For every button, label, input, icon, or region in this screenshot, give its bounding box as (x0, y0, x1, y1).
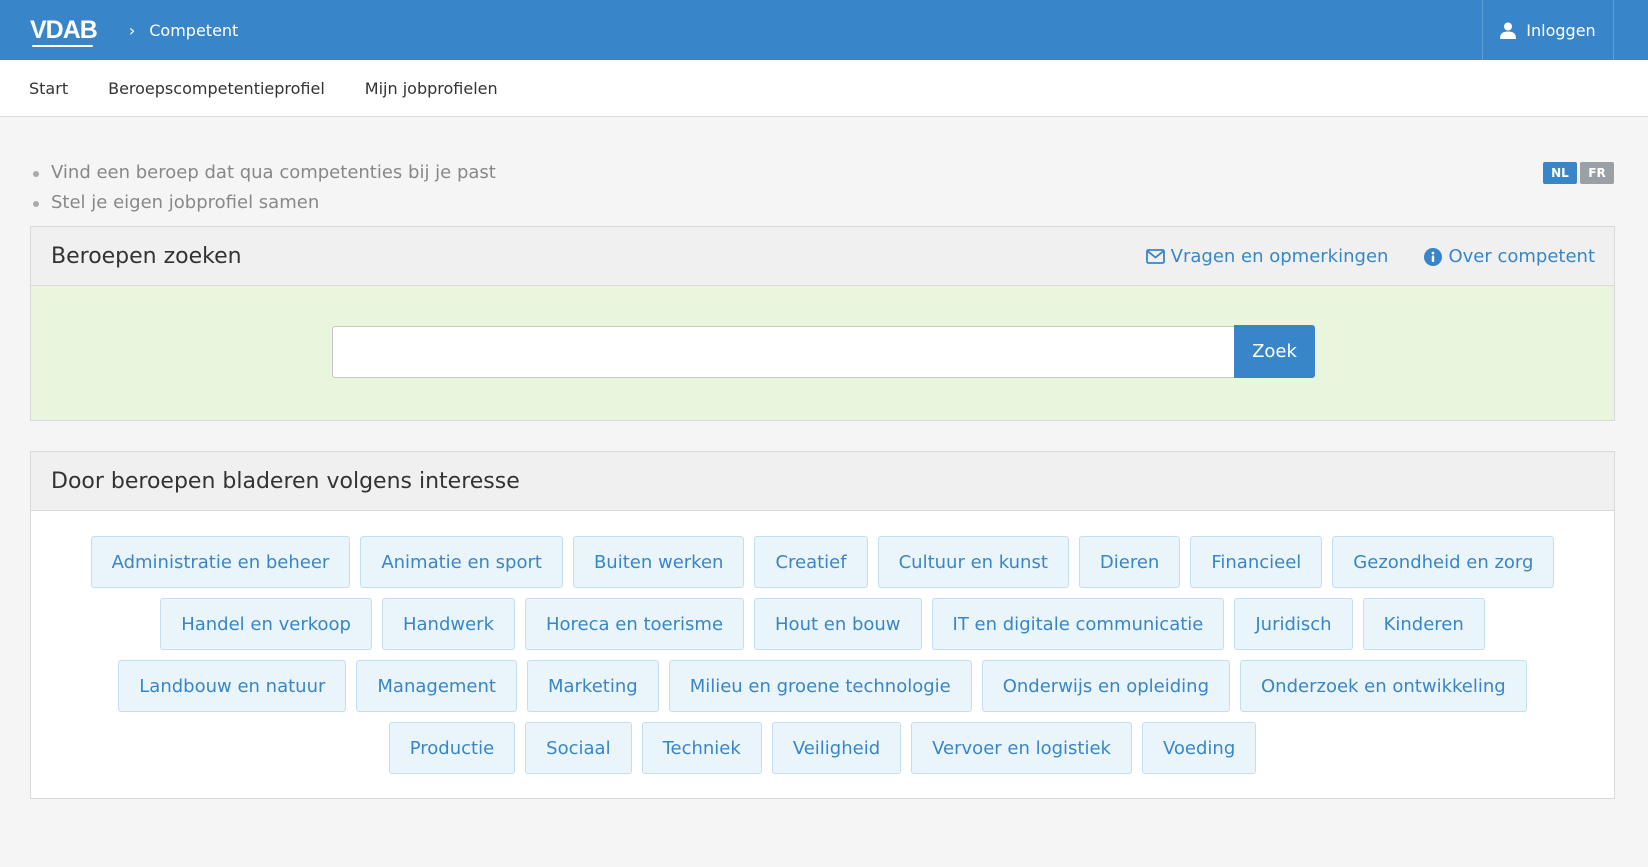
intro-item: Stel je eigen jobprofiel samen (30, 188, 496, 218)
interest-tags: Administratie en beheer Animatie en sport… (31, 511, 1614, 798)
about-link-label: Over competent (1448, 246, 1595, 267)
interest-tag[interactable]: Kinderen (1362, 598, 1485, 650)
feedback-link-label: Vragen en opmerkingen (1170, 246, 1389, 267)
interest-tag[interactable]: Buiten werken (572, 536, 745, 588)
search-button[interactable]: Zoek (1234, 325, 1315, 378)
interest-tag[interactable]: Cultuur en kunst (877, 536, 1069, 588)
interest-tag[interactable]: Veiligheid (771, 722, 902, 774)
interest-tag[interactable]: Handel en verkoop (160, 598, 372, 650)
interest-tag[interactable]: Landbouw en natuur (118, 660, 347, 712)
interest-tag[interactable]: Hout en bouw (754, 598, 922, 650)
logo-underline (32, 44, 93, 47)
user-icon (1500, 22, 1517, 39)
interest-tag[interactable]: IT en digitale communicatie (931, 598, 1225, 650)
nav-mijn-jobprofielen[interactable]: Mijn jobprofielen (365, 79, 498, 98)
search-area: Zoek (31, 286, 1614, 420)
login-button[interactable]: Inloggen (1482, 0, 1614, 60)
interest-tag[interactable]: Dieren (1078, 536, 1181, 588)
nav-start[interactable]: Start (29, 79, 68, 98)
breadcrumb-competent[interactable]: Competent (149, 21, 238, 40)
browse-panel-header: Door beroepen bladeren volgens interesse (31, 452, 1614, 511)
interest-tag[interactable]: Financieel (1190, 536, 1323, 588)
search-panel: Beroepen zoeken Vragen en opmerkingen Ov… (30, 226, 1615, 421)
interest-tag[interactable]: Management (356, 660, 517, 712)
interest-tag[interactable]: Vervoer en logistiek (911, 722, 1132, 774)
interest-tag[interactable]: Marketing (526, 660, 659, 712)
interest-tag[interactable]: Onderwijs en opleiding (981, 660, 1231, 712)
interest-tag[interactable]: Gezondheid en zorg (1332, 536, 1555, 588)
breadcrumb-separator-icon: › (128, 20, 136, 40)
interest-tag[interactable]: Productie (388, 722, 516, 774)
browse-panel: Door beroepen bladeren volgens interesse… (30, 451, 1615, 799)
interest-tag[interactable]: Horeca en toerisme (525, 598, 745, 650)
browse-panel-title: Door beroepen bladeren volgens interesse (51, 468, 520, 494)
lang-fr-button[interactable]: FR (1580, 162, 1614, 184)
vdab-logo[interactable]: VDAB (30, 15, 98, 47)
interest-tag[interactable]: Handwerk (381, 598, 515, 650)
intro-list: Vind een beroep dat qua competenties bij… (30, 158, 496, 218)
interest-tag[interactable]: Creatief (754, 536, 868, 588)
login-label: Inloggen (1526, 20, 1596, 40)
interest-tag[interactable]: Voeding (1141, 722, 1257, 774)
interest-tag[interactable]: Techniek (641, 722, 762, 774)
language-switcher: NL FR (1543, 162, 1614, 184)
interest-tag[interactable]: Animatie en sport (360, 536, 563, 588)
search-panel-header: Beroepen zoeken Vragen en opmerkingen Ov… (31, 227, 1614, 286)
interest-tag[interactable]: Sociaal (525, 722, 632, 774)
header-links: Vragen en opmerkingen Over competent (1110, 227, 1595, 286)
intro-item: Vind een beroep dat qua competenties bij… (30, 158, 496, 188)
interest-tag[interactable]: Administratie en beheer (90, 536, 351, 588)
top-bar: VDAB › Competent Inloggen (0, 0, 1648, 60)
search-input[interactable] (332, 326, 1235, 378)
interest-tag[interactable]: Milieu en groene technologie (668, 660, 972, 712)
feedback-link[interactable]: Vragen en opmerkingen (1145, 246, 1389, 267)
about-link[interactable]: Over competent (1424, 246, 1595, 267)
nav-beroepscompetentieprofiel[interactable]: Beroepscompetentieprofiel (108, 79, 325, 98)
info-icon (1424, 247, 1443, 266)
search-panel-title: Beroepen zoeken (51, 243, 242, 269)
envelope-icon (1145, 249, 1165, 264)
interest-tag[interactable]: Juridisch (1234, 598, 1353, 650)
logo-text: VDAB (30, 15, 98, 44)
interest-tag[interactable]: Onderzoek en ontwikkeling (1240, 660, 1527, 712)
sub-navigation: Start Beroepscompetentieprofiel Mijn job… (0, 60, 1648, 117)
lang-nl-button[interactable]: NL (1543, 162, 1577, 184)
